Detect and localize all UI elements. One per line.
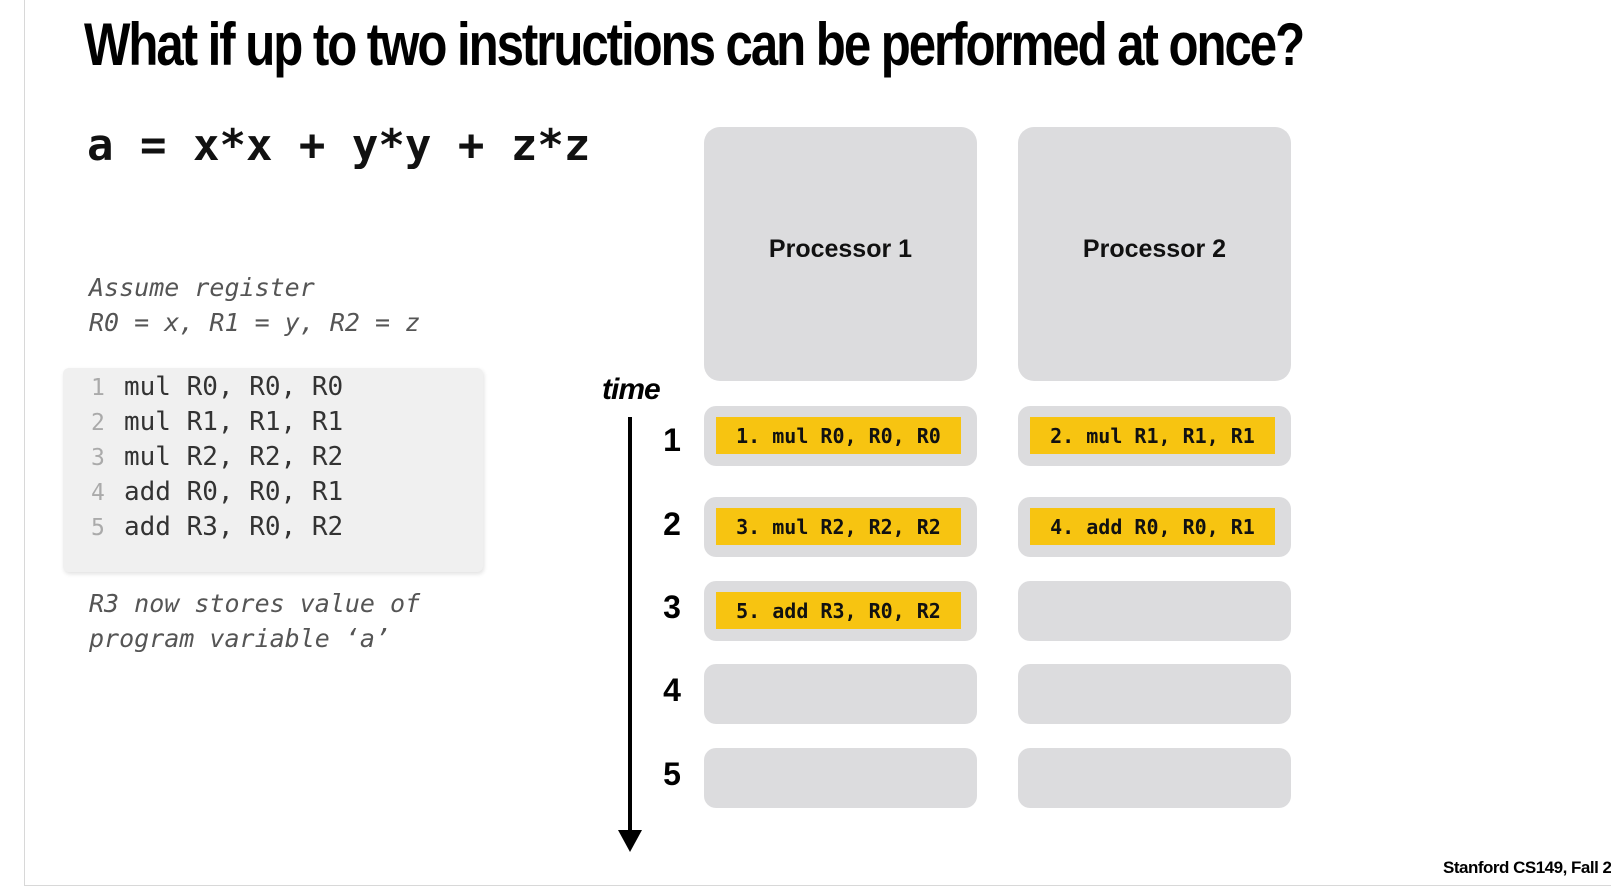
line-number: 3 bbox=[91, 445, 105, 471]
formula: a = x*x + y*y + z*z bbox=[87, 120, 591, 171]
instruction-chip: 1. mul R0, R0, R0 bbox=[716, 417, 961, 454]
processor-2-box: Processor 2 bbox=[1018, 127, 1291, 381]
code-line: 1 mul R0, R0, R0 bbox=[91, 372, 343, 407]
code-text: add R3, R0, R2 bbox=[124, 512, 344, 542]
assume-text: Assume register R0 = x, R1 = y, R2 = z bbox=[89, 270, 420, 340]
footer-course-label: Stanford CS149, Fall 2023 bbox=[1443, 858, 1611, 877]
note-line: R3 now stores value of bbox=[89, 589, 421, 618]
code-text: mul R0, R0, R0 bbox=[124, 372, 344, 402]
p2-slot-4 bbox=[1018, 664, 1291, 724]
line-number: 1 bbox=[91, 375, 105, 401]
p2-slot-1: 2. mul R1, R1, R1 bbox=[1018, 406, 1291, 466]
time-step: 2 bbox=[663, 506, 681, 542]
p2-slot-3 bbox=[1018, 581, 1291, 641]
line-number: 2 bbox=[91, 410, 105, 436]
p1-slot-1: 1. mul R0, R0, R0 bbox=[704, 406, 977, 466]
line-number: 4 bbox=[91, 480, 105, 506]
processor-1-label: Processor 1 bbox=[768, 235, 913, 263]
code-text: add R0, R0, R1 bbox=[124, 477, 344, 507]
instruction-chip: 5. add R3, R0, R2 bbox=[716, 592, 961, 629]
code-text: mul R2, R2, R2 bbox=[124, 442, 344, 472]
slide-title: What if up to two instructions can be pe… bbox=[84, 11, 1305, 78]
code-line: 4 add R0, R0, R1 bbox=[91, 477, 343, 512]
time-axis-label: time bbox=[602, 373, 661, 406]
code-listing: 1 mul R0, R0, R0 2 mul R1, R1, R1 3 mul … bbox=[63, 368, 483, 572]
assume-line: R0 = x, R1 = y, R2 = z bbox=[89, 308, 421, 337]
instruction-chip: 2. mul R1, R1, R1 bbox=[1030, 417, 1275, 454]
p1-slot-3: 5. add R3, R0, R2 bbox=[704, 581, 977, 641]
p2-slot-5 bbox=[1018, 748, 1291, 808]
code-line: 3 mul R2, R2, R2 bbox=[91, 442, 343, 477]
code-line: 2 mul R1, R1, R1 bbox=[91, 407, 343, 442]
p2-slot-2: 4. add R0, R0, R1 bbox=[1018, 497, 1291, 557]
time-axis-line bbox=[628, 417, 632, 837]
instruction-chip: 4. add R0, R0, R1 bbox=[1030, 508, 1275, 545]
p1-slot-2: 3. mul R2, R2, R2 bbox=[704, 497, 977, 557]
assume-line: Assume register bbox=[89, 273, 315, 302]
time-step: 4 bbox=[663, 672, 681, 708]
code-line: 5 add R3, R0, R2 bbox=[91, 512, 343, 547]
processor-1-box: Processor 1 bbox=[704, 127, 977, 381]
time-step: 5 bbox=[663, 756, 681, 792]
arrow-down-icon bbox=[618, 830, 642, 852]
note-line: program variable ‘a’ bbox=[89, 624, 391, 653]
p1-slot-4 bbox=[704, 664, 977, 724]
processor-2-label: Processor 2 bbox=[1082, 235, 1227, 263]
instruction-chip: 3. mul R2, R2, R2 bbox=[716, 508, 961, 545]
time-step: 1 bbox=[663, 422, 681, 458]
code-text: mul R1, R1, R1 bbox=[124, 407, 344, 437]
line-number: 5 bbox=[91, 515, 105, 541]
result-note: R3 now stores value of program variable … bbox=[89, 586, 420, 656]
p1-slot-5 bbox=[704, 748, 977, 808]
time-step: 3 bbox=[663, 589, 681, 625]
